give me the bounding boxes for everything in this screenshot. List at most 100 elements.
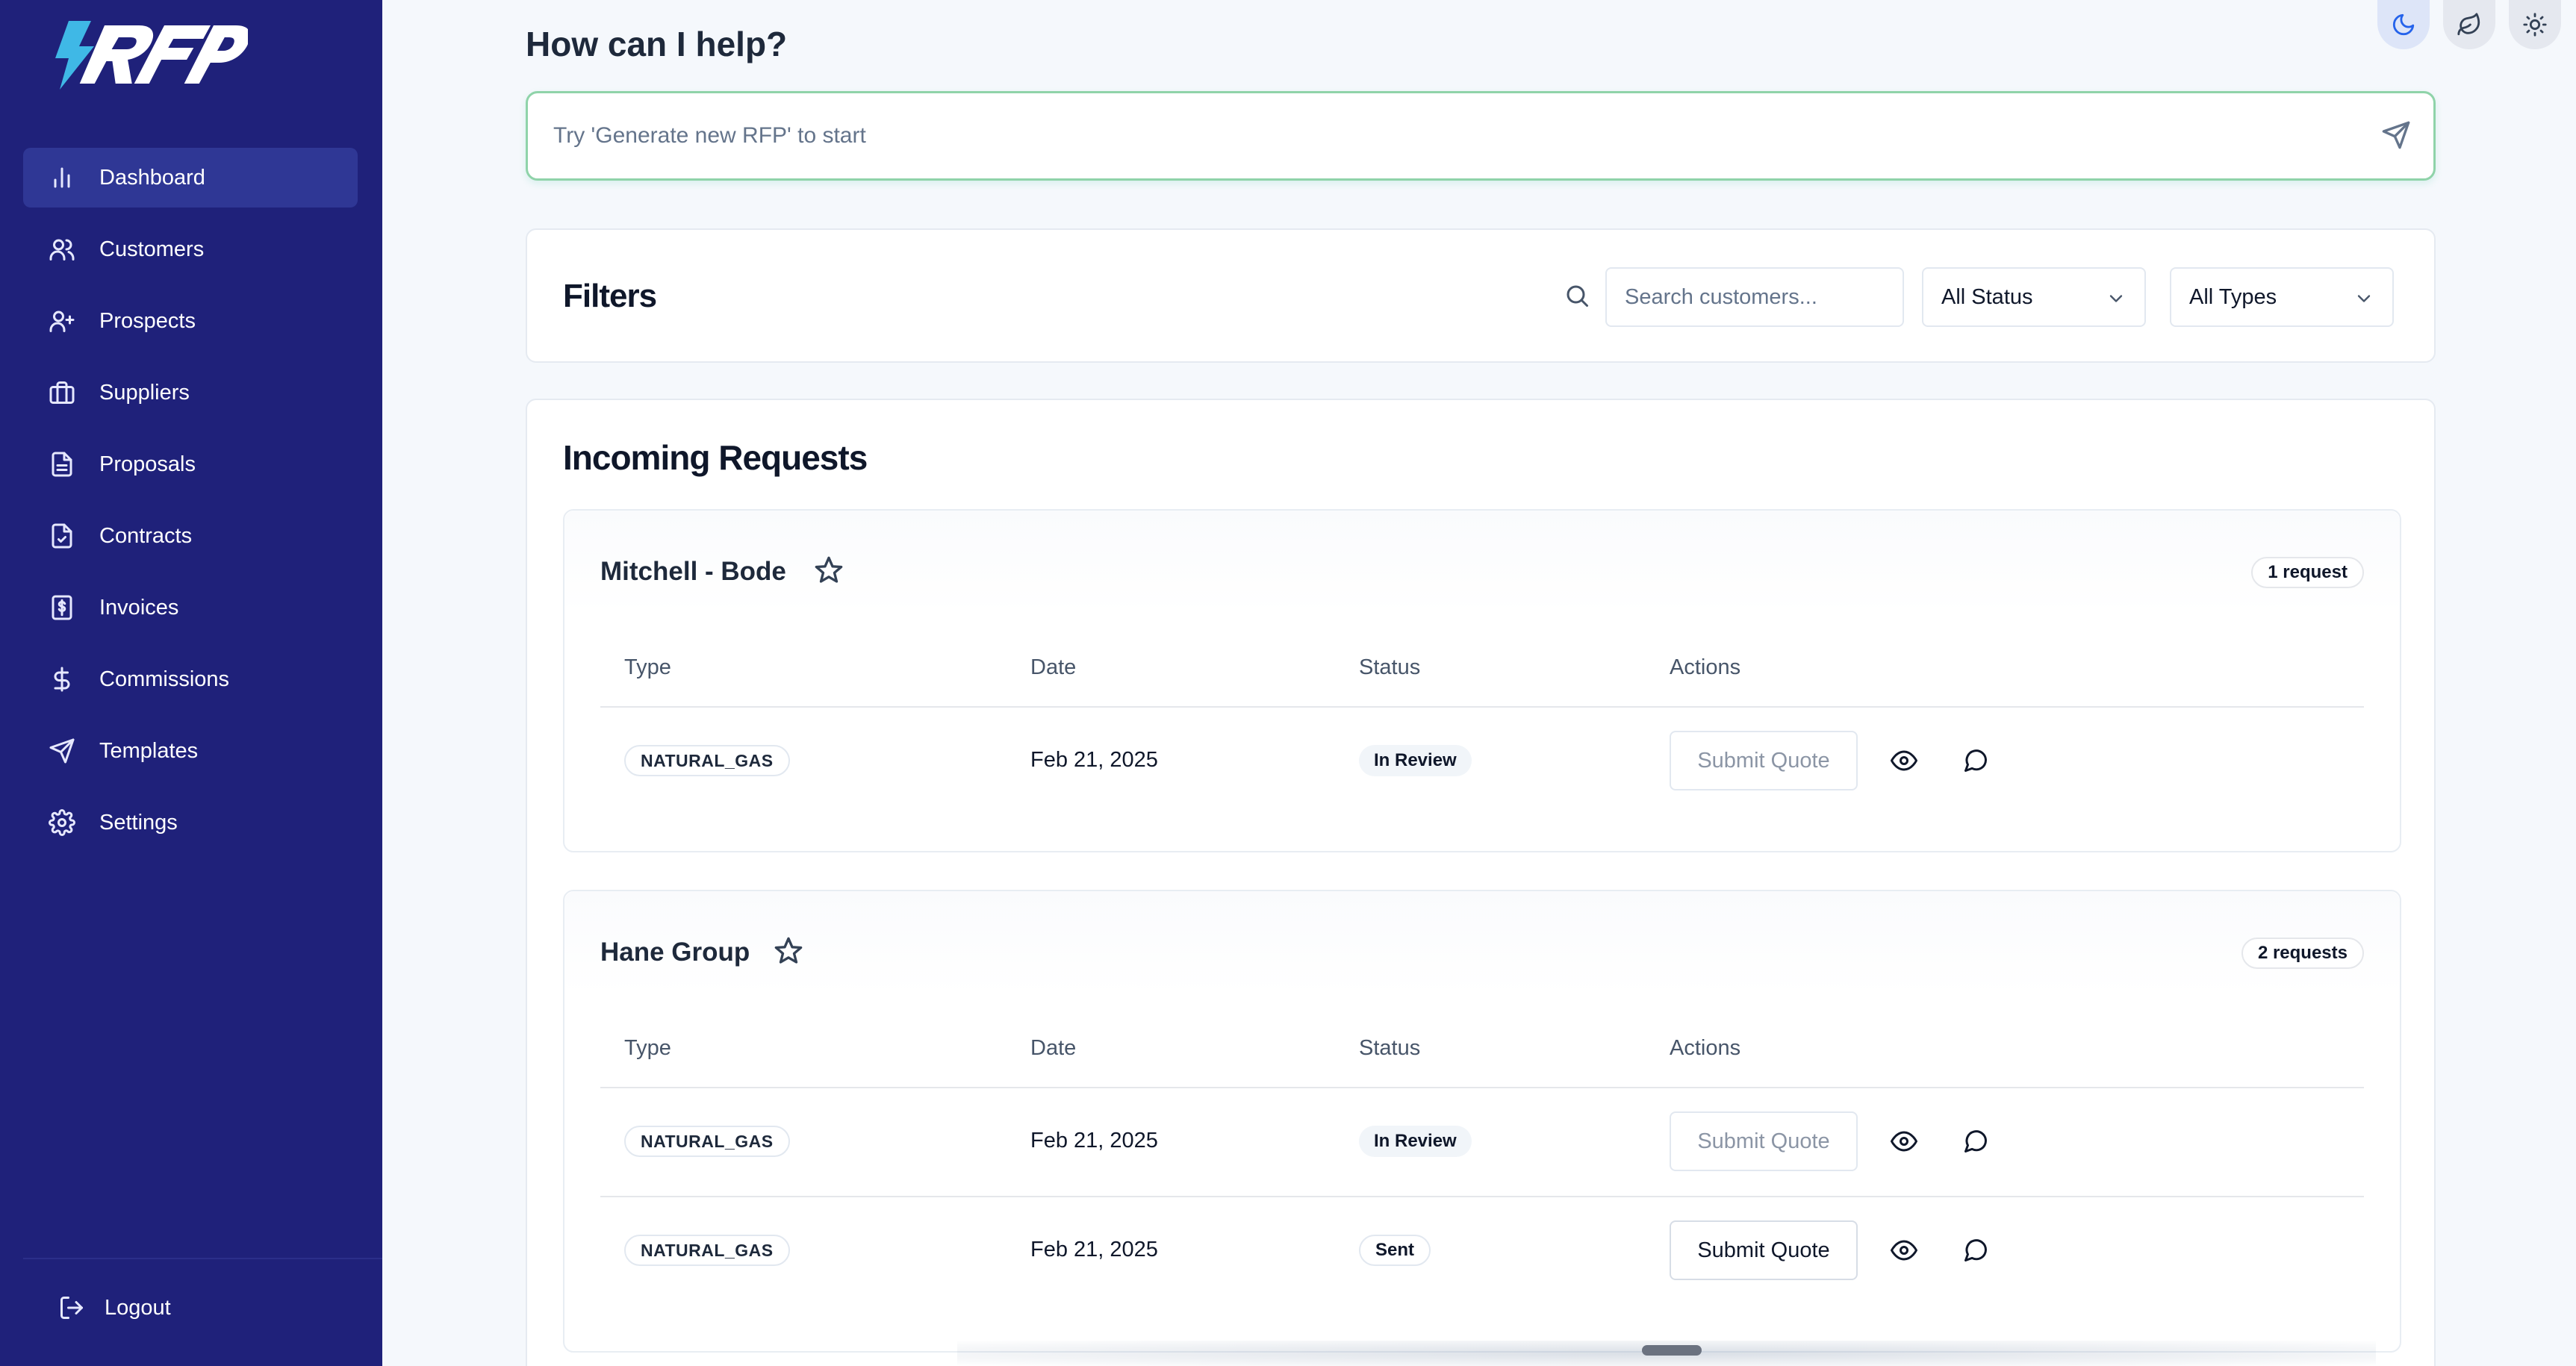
type-badge: NATURAL_GAS xyxy=(624,745,790,776)
search-icon xyxy=(1564,282,1590,309)
assistant-prompt-box xyxy=(526,91,2436,181)
eye-icon[interactable] xyxy=(1891,1237,1917,1264)
group-name: Hane Group xyxy=(600,938,750,967)
star-icon[interactable] xyxy=(774,936,803,966)
request-date: Feb 21, 2025 xyxy=(1030,748,1158,772)
type-badge: NATURAL_GAS xyxy=(624,1235,790,1266)
leaf-icon xyxy=(2457,13,2480,36)
gear-icon xyxy=(47,808,77,838)
incoming-requests-card: Incoming Requests Mitchell - Bode 1 requ… xyxy=(526,399,2436,1366)
message-icon[interactable] xyxy=(1962,1237,1989,1264)
theme-toggle-group xyxy=(2377,0,2561,49)
sidebar-item-invoices[interactable]: Invoices xyxy=(23,578,358,637)
filters-card: Filters All Status All Types xyxy=(526,228,2436,363)
chevron-down-icon xyxy=(2106,288,2127,309)
sidebar-item-label: Customers xyxy=(99,237,205,261)
type-filter-select[interactable]: All Types xyxy=(2170,267,2394,327)
sidebar-item-contracts[interactable]: Contracts xyxy=(23,506,358,566)
logout-button[interactable]: Logout xyxy=(58,1294,171,1321)
sidebar: Dashboard Customers Prospects Suppliers … xyxy=(0,0,382,1366)
eye-icon[interactable] xyxy=(1891,747,1917,774)
submit-quote-button[interactable]: Submit Quote xyxy=(1670,1220,1858,1280)
column-header-type: Type xyxy=(624,1036,671,1060)
star-icon[interactable] xyxy=(814,555,844,585)
sidebar-nav: Dashboard Customers Prospects Suppliers … xyxy=(23,148,358,864)
file-check-icon xyxy=(47,521,77,551)
users-icon xyxy=(47,234,77,264)
sidebar-item-templates[interactable]: Templates xyxy=(23,721,358,781)
sidebar-divider xyxy=(23,1258,382,1259)
status-badge: Sent xyxy=(1359,1235,1431,1266)
status-filter-select[interactable]: All Status xyxy=(1922,267,2146,327)
header-divider xyxy=(600,706,2364,708)
customer-group-hane-group: Hane Group 2 requests Type Date Status A… xyxy=(563,890,2401,1353)
assistant-prompt-input[interactable] xyxy=(553,93,2345,178)
submit-quote-button[interactable]: Submit Quote xyxy=(1670,1111,1858,1171)
logout-label: Logout xyxy=(105,1295,171,1320)
receipt-icon xyxy=(47,593,77,623)
sidebar-item-label: Dashboard xyxy=(99,165,205,190)
column-header-date: Date xyxy=(1030,1036,1077,1060)
filters-title: Filters xyxy=(563,278,657,314)
dollar-icon xyxy=(47,664,77,694)
send-icon xyxy=(47,736,77,766)
column-header-actions: Actions xyxy=(1670,655,1741,679)
status-filter-value: All Status xyxy=(1941,284,2033,309)
requests-title: Incoming Requests xyxy=(563,438,868,477)
request-date: Feb 21, 2025 xyxy=(1030,1238,1158,1261)
sidebar-item-label: Suppliers xyxy=(99,380,190,405)
rfp-logo[interactable] xyxy=(46,21,250,90)
dark-mode-toggle[interactable] xyxy=(2377,0,2430,49)
sidebar-item-label: Proposals xyxy=(99,452,196,476)
assistant-title: How can I help? xyxy=(526,25,788,63)
sidebar-item-label: Templates xyxy=(99,738,199,763)
status-badge: In Review xyxy=(1359,745,1472,776)
user-plus-icon xyxy=(47,306,77,336)
eye-icon[interactable] xyxy=(1891,1128,1917,1155)
type-filter-value: All Types xyxy=(2189,284,2277,309)
search-customers-input[interactable] xyxy=(1605,267,1904,327)
sidebar-item-prospects[interactable]: Prospects xyxy=(23,291,358,351)
sidebar-item-label: Invoices xyxy=(99,595,179,620)
logout-icon xyxy=(60,1297,83,1319)
sidebar-item-commissions[interactable]: Commissions xyxy=(23,649,358,709)
file-text-icon xyxy=(47,449,77,479)
status-badge: In Review xyxy=(1359,1126,1472,1157)
light-mode-toggle[interactable] xyxy=(2509,0,2561,49)
sidebar-item-proposals[interactable]: Proposals xyxy=(23,434,358,494)
briefcase-icon xyxy=(47,378,77,408)
send-icon[interactable] xyxy=(2381,120,2411,150)
scroll-handle[interactable] xyxy=(1642,1345,1702,1356)
column-header-type: Type xyxy=(624,655,671,679)
column-header-actions: Actions xyxy=(1670,1036,1741,1060)
sun-icon xyxy=(2523,13,2547,37)
sidebar-item-label: Settings xyxy=(99,810,178,835)
customer-group-mitchell-bode: Mitchell - Bode 1 request Type Date Stat… xyxy=(563,509,2401,852)
chevron-down-icon xyxy=(2353,288,2374,309)
column-header-date: Date xyxy=(1030,655,1077,679)
row-divider xyxy=(600,1196,2364,1197)
header-divider xyxy=(600,1087,2364,1088)
sidebar-item-label: Commissions xyxy=(99,667,230,691)
sidebar-item-settings[interactable]: Settings xyxy=(23,793,358,852)
sidebar-item-label: Prospects xyxy=(99,308,196,333)
request-count-badge: 2 requests xyxy=(2241,938,2364,969)
group-header xyxy=(564,891,2400,994)
column-header-status: Status xyxy=(1359,655,1421,679)
request-date: Feb 21, 2025 xyxy=(1030,1129,1158,1153)
sidebar-item-dashboard[interactable]: Dashboard xyxy=(23,148,358,208)
type-badge: NATURAL_GAS xyxy=(624,1126,790,1157)
sidebar-item-customers[interactable]: Customers xyxy=(23,219,358,279)
message-icon[interactable] xyxy=(1962,1128,1989,1155)
moon-icon xyxy=(2392,13,2415,36)
sidebar-item-suppliers[interactable]: Suppliers xyxy=(23,363,358,422)
submit-quote-button[interactable]: Submit Quote xyxy=(1670,731,1858,790)
main-content: How can I help? Filters All Status All T… xyxy=(382,0,2576,1366)
bar-chart-icon xyxy=(47,163,77,193)
message-icon[interactable] xyxy=(1962,747,1989,774)
request-count-badge: 1 request xyxy=(2251,557,2364,588)
column-header-status: Status xyxy=(1359,1036,1421,1060)
group-name: Mitchell - Bode xyxy=(600,557,786,586)
eco-mode-toggle[interactable] xyxy=(2443,0,2495,49)
sidebar-item-label: Contracts xyxy=(99,523,193,548)
